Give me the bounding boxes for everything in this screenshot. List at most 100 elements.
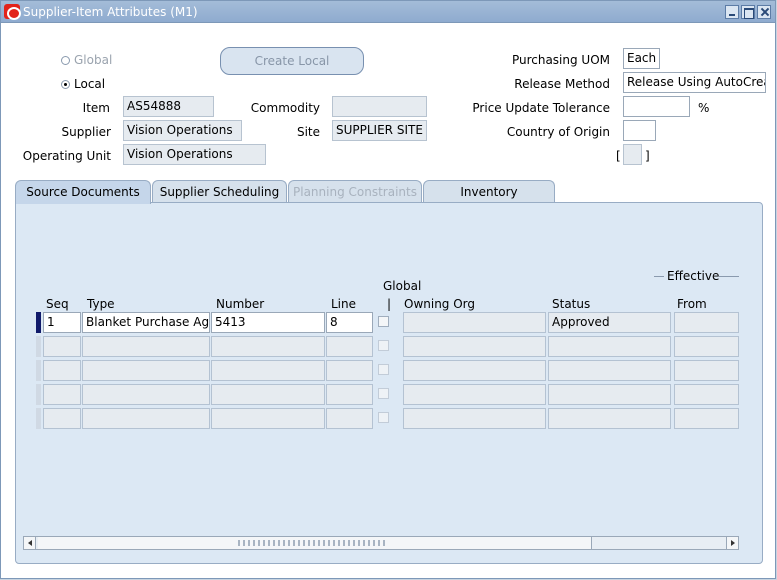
purchasing-uom-label: Purchasing UOM [511, 53, 610, 67]
type-cell[interactable]: Blanket Purchase Agreement [82, 312, 210, 333]
type-cell[interactable] [82, 336, 210, 357]
horizontal-scrollbar[interactable] [23, 536, 739, 550]
commodity-field[interactable] [332, 96, 427, 117]
close-icon[interactable] [757, 5, 771, 19]
descriptive-flexfield[interactable] [623, 144, 642, 165]
effective-rule-right [719, 276, 739, 277]
global-checkbox[interactable] [378, 316, 389, 327]
seq-cell[interactable] [43, 384, 81, 405]
percent-unit-label: % [698, 101, 710, 115]
number-cell[interactable]: 5413 [211, 312, 325, 333]
column-header-status: Status [552, 297, 591, 311]
record-indicator[interactable] [36, 336, 41, 357]
flexfield-close-bracket: ] [645, 149, 650, 163]
number-cell[interactable] [211, 336, 325, 357]
minimize-icon[interactable] [725, 5, 739, 19]
status-cell[interactable] [548, 384, 671, 405]
window-title: Supplier-Item Attributes (M1) [23, 5, 198, 19]
release-method-label: Release Method [514, 77, 610, 91]
global-group-separator: | [387, 297, 392, 311]
item-label: Item [82, 101, 110, 115]
price-update-tolerance-field[interactable] [623, 96, 690, 117]
site-label: Site [296, 125, 320, 139]
effective-from-cell[interactable] [674, 408, 739, 429]
effective-from-cell[interactable] [674, 336, 739, 357]
effective-from-cell[interactable] [674, 360, 739, 381]
global-radio-label: Global [74, 53, 113, 67]
owning-org-cell[interactable] [403, 360, 546, 381]
source-documents-panel [15, 202, 763, 564]
seq-cell[interactable] [43, 408, 81, 429]
effective-from-cell[interactable] [674, 312, 739, 333]
create-local-button[interactable]: Create Local [220, 47, 364, 75]
price-update-tolerance-label: Price Update Tolerance [472, 101, 610, 115]
owning-org-cell[interactable] [403, 408, 546, 429]
tab-source-documents[interactable]: Source Documents [15, 180, 151, 204]
seq-cell[interactable]: 1 [43, 312, 81, 333]
type-cell[interactable] [82, 360, 210, 381]
number-cell[interactable] [211, 384, 325, 405]
line-cell[interactable]: 8 [326, 312, 373, 333]
grip-icon [238, 540, 388, 546]
tab-planning-constraints[interactable]: Planning Constraints [288, 180, 422, 203]
number-cell[interactable] [211, 360, 325, 381]
scroll-right-arrow-icon[interactable] [726, 537, 738, 549]
window-controls [725, 5, 771, 19]
record-indicator[interactable] [36, 384, 41, 405]
line-cell[interactable] [326, 360, 373, 381]
global-radio[interactable]: Global [61, 53, 112, 67]
operating-unit-field[interactable]: Vision Operations [123, 144, 266, 165]
global-group-header: Global [383, 279, 422, 293]
column-header-type: Type [87, 297, 115, 311]
type-cell[interactable] [82, 408, 210, 429]
line-cell[interactable] [326, 408, 373, 429]
column-header-number: Number [216, 297, 265, 311]
column-header-line: Line [331, 297, 357, 311]
column-header-from: From [677, 297, 707, 311]
status-cell[interactable] [548, 360, 671, 381]
commodity-label: Commodity [250, 101, 320, 115]
global-checkbox[interactable] [378, 388, 389, 399]
radio-icon [61, 56, 70, 65]
effective-from-cell[interactable] [674, 384, 739, 405]
status-cell[interactable] [548, 336, 671, 357]
scrollbar-thumb[interactable] [38, 537, 592, 549]
supplier-item-attributes-window: Supplier-Item Attributes (M1) Global Loc… [0, 0, 776, 579]
seq-cell[interactable] [43, 360, 81, 381]
tab-inventory[interactable]: Inventory [423, 180, 555, 203]
supplier-field[interactable]: Vision Operations [123, 120, 242, 141]
oracle-logo-icon [4, 4, 21, 20]
status-cell[interactable] [548, 408, 671, 429]
window-titlebar: Supplier-Item Attributes (M1) [1, 1, 775, 23]
number-cell[interactable] [211, 408, 325, 429]
line-cell[interactable] [326, 384, 373, 405]
global-checkbox[interactable] [378, 412, 389, 423]
owning-org-cell[interactable] [403, 336, 546, 357]
seq-cell[interactable] [43, 336, 81, 357]
record-indicator[interactable] [36, 360, 41, 381]
local-radio[interactable]: Local [61, 77, 105, 91]
maximize-icon[interactable] [741, 5, 755, 19]
owning-org-cell[interactable] [403, 312, 546, 333]
owning-org-cell[interactable] [403, 384, 546, 405]
tab-supplier-scheduling[interactable]: Supplier Scheduling [152, 180, 287, 203]
effective-group-header: Effective [667, 269, 720, 283]
operating-unit-label: Operating Unit [22, 149, 111, 163]
country-of-origin-field[interactable] [623, 120, 656, 141]
global-checkbox[interactable] [378, 340, 389, 351]
site-field[interactable]: SUPPLIER SITE [332, 120, 427, 141]
column-header-owning-org: Owning Org [404, 297, 476, 311]
scroll-left-arrow-icon[interactable] [24, 537, 36, 549]
line-cell[interactable] [326, 336, 373, 357]
current-record-indicator[interactable] [36, 312, 41, 333]
status-cell[interactable]: Approved [548, 312, 671, 333]
purchasing-uom-field[interactable]: Each [623, 48, 660, 69]
type-cell[interactable] [82, 384, 210, 405]
release-method-field[interactable]: Release Using AutoCreate [623, 72, 766, 93]
supplier-label: Supplier [61, 125, 111, 139]
record-indicator[interactable] [36, 408, 41, 429]
global-checkbox[interactable] [378, 364, 389, 375]
flexfield-open-bracket: [ [616, 149, 621, 163]
column-header-seq: Seq [46, 297, 69, 311]
item-field[interactable]: AS54888 [123, 96, 214, 117]
